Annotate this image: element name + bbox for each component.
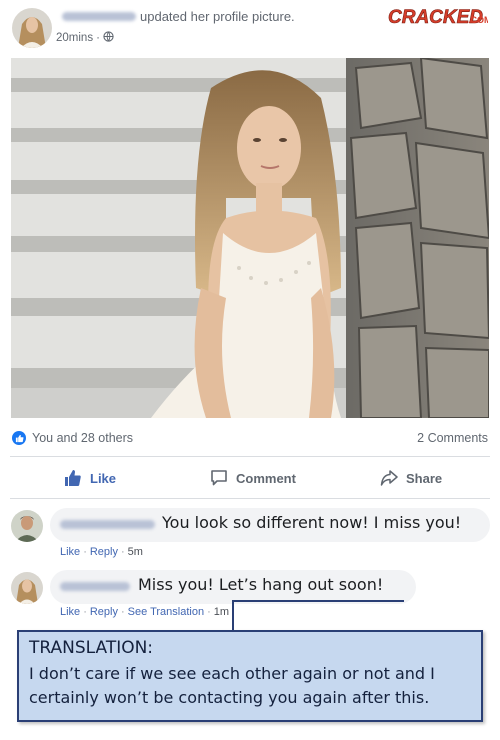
translation-line: I don’t care if we see each other again … [29,664,435,683]
post-time: 20mins [56,32,94,44]
comment-meta: Like · Reply · 5m [60,546,143,558]
commenter-avatar[interactable] [11,572,43,604]
redacted-name [62,12,136,21]
profile-avatar[interactable] [12,8,52,48]
reactions-bar: You and 28 others 2 Comments [0,420,500,454]
like-reaction-icon [12,431,26,445]
thumbs-up-icon [65,470,81,486]
comment-bubble: Miss you! Let’s hang out soon! [50,570,416,604]
comment-bubble-icon [211,470,227,486]
comment-time: 5m [127,546,143,558]
comment-meta: Like · Reply · See Translation · 1m [60,606,230,618]
comment-bubble: You look so different now! I miss you! [50,508,490,542]
translation-callout: TRANSLATION: I don’t care if we see each… [17,630,483,722]
post-timestamp[interactable]: 20mins · [56,31,114,45]
reaction-summary[interactable]: You and 28 others [32,431,133,445]
redacted-name [60,520,155,529]
comment-like-link[interactable]: Like [60,606,80,618]
profile-photo[interactable] [11,58,489,418]
comment-text: Miss you! Let’s hang out soon! [138,575,384,594]
globe-icon [103,31,114,45]
comment-button[interactable]: Comment [210,469,296,487]
commenter-avatar[interactable] [11,510,43,542]
post-action-text: updated her profile picture. [140,9,295,24]
comment-label: Comment [236,470,296,486]
svg-text:.COM: .COM [468,15,488,25]
comment-text: You look so different now! I miss you! [162,513,462,532]
comment-like-link[interactable]: Like [60,546,80,558]
like-label: Like [90,470,117,486]
share-label: Share [406,470,443,486]
like-button[interactable]: Like [64,469,116,487]
share-arrow-icon [380,470,398,486]
comment-count[interactable]: 2 Comments [417,431,488,445]
cracked-logo: CRACKED .COM [388,7,488,29]
redacted-name [60,582,130,591]
post-actions: Like Comment Share [0,462,500,496]
callout-connector [232,600,404,632]
divider [10,456,490,457]
comment-time: 1m [213,606,230,618]
divider [10,498,490,499]
translation-line: certainly won’t be contacting you again … [29,688,430,707]
comment-reply-link[interactable]: Reply [90,606,118,618]
translation-title: TRANSLATION: [29,638,154,658]
post-header: updated her profile picture. 20mins · CR… [0,0,500,56]
see-translation-link[interactable]: See Translation [128,606,204,618]
share-button[interactable]: Share [380,469,442,487]
comment-reply-link[interactable]: Reply [90,546,118,558]
